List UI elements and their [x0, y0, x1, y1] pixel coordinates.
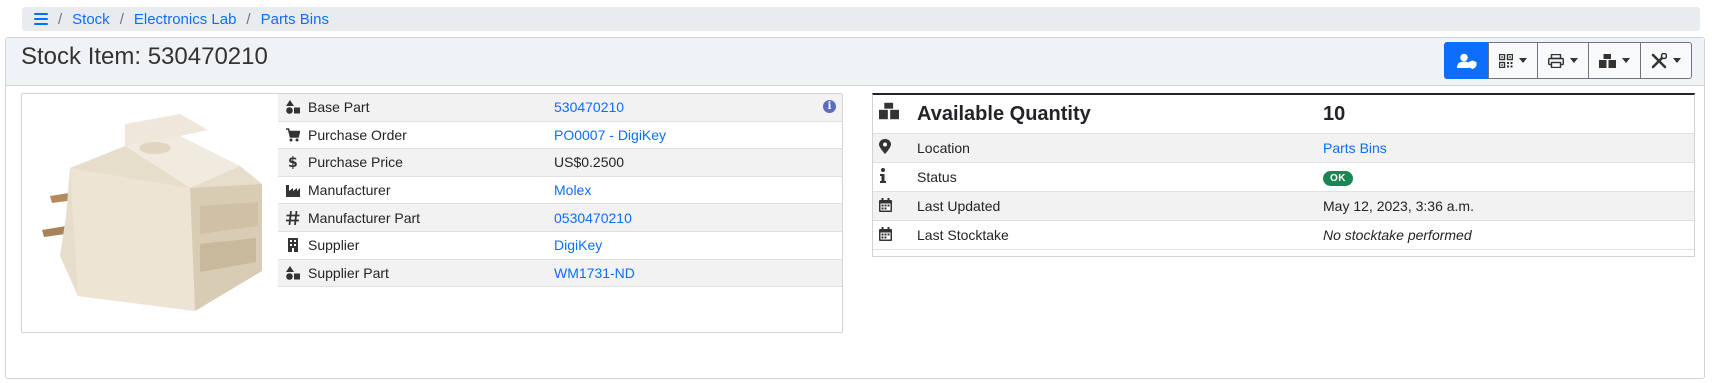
stock-info-card: Available Quantity 10 Location Parts Bin… — [872, 93, 1695, 257]
panel-header: Stock Item: 530470210 — [6, 38, 1704, 86]
table-row: Supplier Part WM1731-ND — [278, 259, 842, 288]
base-part-link[interactable]: 530470210 — [554, 99, 624, 115]
manufacturer-link[interactable]: Molex — [554, 182, 591, 198]
row-label: Location — [909, 133, 1315, 163]
dollar-icon: $ — [288, 155, 298, 169]
row-label: Manufacturer — [300, 176, 546, 205]
part-details-card: Base Part 530470210 i Purchase Order PO0… — [21, 93, 843, 333]
tools-button[interactable] — [1640, 42, 1692, 79]
qr-code-icon — [1499, 53, 1513, 68]
boxes-icon — [879, 102, 899, 120]
tools-icon — [1651, 52, 1667, 68]
chevron-down-icon — [1570, 58, 1578, 63]
row-label: Base Part — [300, 94, 546, 122]
row-label: Supplier — [300, 231, 546, 260]
info-icon — [880, 168, 886, 183]
table-row: Location Parts Bins — [873, 133, 1694, 163]
location-link[interactable]: Parts Bins — [1323, 140, 1387, 156]
chevron-down-icon — [1622, 58, 1630, 63]
shapes-icon — [286, 100, 300, 115]
print-icon — [1548, 53, 1564, 68]
shapes-icon — [286, 265, 300, 280]
part-details-table: Base Part 530470210 i Purchase Order PO0… — [278, 94, 842, 288]
subscribe-button[interactable] — [1444, 42, 1489, 79]
location-icon — [879, 139, 891, 154]
breadcrumb: / Stock / Electronics Lab / Parts Bins — [22, 7, 1700, 31]
svg-text:$: $ — [288, 155, 298, 169]
purchase-order-link[interactable]: PO0007 - DigiKey — [554, 127, 666, 143]
status-badge: OK — [1323, 171, 1353, 186]
chevron-down-icon — [1673, 58, 1681, 63]
page-title: Stock Item: 530470210 — [21, 43, 268, 70]
row-label: Purchase Price — [300, 148, 546, 177]
calendar-icon — [879, 226, 892, 241]
industry-icon — [286, 185, 300, 198]
available-quantity-value: 10 — [1315, 95, 1694, 134]
toolbar — [1444, 42, 1692, 79]
breadcrumb-electronics-lab[interactable]: Electronics Lab — [134, 11, 237, 28]
supplier-part-link[interactable]: WM1731-ND — [554, 265, 635, 281]
manufacturer-part-link[interactable]: 0530470210 — [554, 210, 632, 226]
row-label: Supplier Part — [300, 259, 546, 288]
table-row: $ Purchase Price US$0.2500 — [278, 148, 842, 177]
stock-info-table: Available Quantity 10 Location Parts Bin… — [873, 95, 1694, 250]
boxes-icon — [1599, 53, 1616, 68]
row-label: Purchase Order — [300, 121, 546, 150]
breadcrumb-separator: / — [119, 10, 124, 28]
table-row: Status OK — [873, 162, 1694, 192]
purchase-price-value: US$0.2500 — [546, 148, 842, 177]
last-stocktake-value: No stocktake performed — [1315, 220, 1694, 250]
calendar-icon — [879, 197, 892, 212]
row-label: Last Updated — [909, 191, 1315, 221]
chevron-down-icon — [1519, 58, 1527, 63]
barcode-actions-button[interactable] — [1488, 42, 1538, 79]
hashtag-icon — [286, 210, 300, 225]
info-icon[interactable]: i — [823, 100, 836, 113]
cart-icon — [286, 128, 300, 142]
table-row: Manufacturer Molex — [278, 176, 842, 205]
stock-item-panel: Stock Item: 530470210 Base Part 53047021… — [5, 37, 1705, 379]
table-row: Manufacturer Part 0530470210 — [278, 203, 842, 232]
user-shield-icon — [1456, 53, 1476, 69]
stock-actions-button[interactable] — [1588, 42, 1641, 79]
breadcrumb-separator: / — [246, 10, 251, 28]
table-row: Last Updated May 12, 2023, 3:36 a.m. — [873, 191, 1694, 221]
menu-icon[interactable] — [34, 13, 48, 25]
breadcrumb-separator: / — [58, 10, 63, 28]
row-label: Manufacturer Part — [300, 203, 546, 232]
building-icon — [288, 238, 298, 253]
part-image — [42, 114, 262, 311]
table-row: Supplier DigiKey — [278, 231, 842, 260]
last-updated-value: May 12, 2023, 3:36 a.m. — [1315, 191, 1694, 221]
row-label: Status — [909, 162, 1315, 192]
print-button[interactable] — [1537, 42, 1589, 79]
table-row: Purchase Order PO0007 - DigiKey — [278, 121, 842, 150]
table-row: Last Stocktake No stocktake performed — [873, 220, 1694, 250]
breadcrumb-parts-bins[interactable]: Parts Bins — [261, 11, 329, 28]
table-row: Base Part 530470210 i — [278, 94, 842, 122]
supplier-link[interactable]: DigiKey — [554, 237, 602, 253]
available-quantity-label: Available Quantity — [909, 95, 1315, 134]
row-label: Last Stocktake — [909, 220, 1315, 250]
table-row: Available Quantity 10 — [873, 95, 1694, 134]
breadcrumb-stock[interactable]: Stock — [72, 11, 110, 28]
